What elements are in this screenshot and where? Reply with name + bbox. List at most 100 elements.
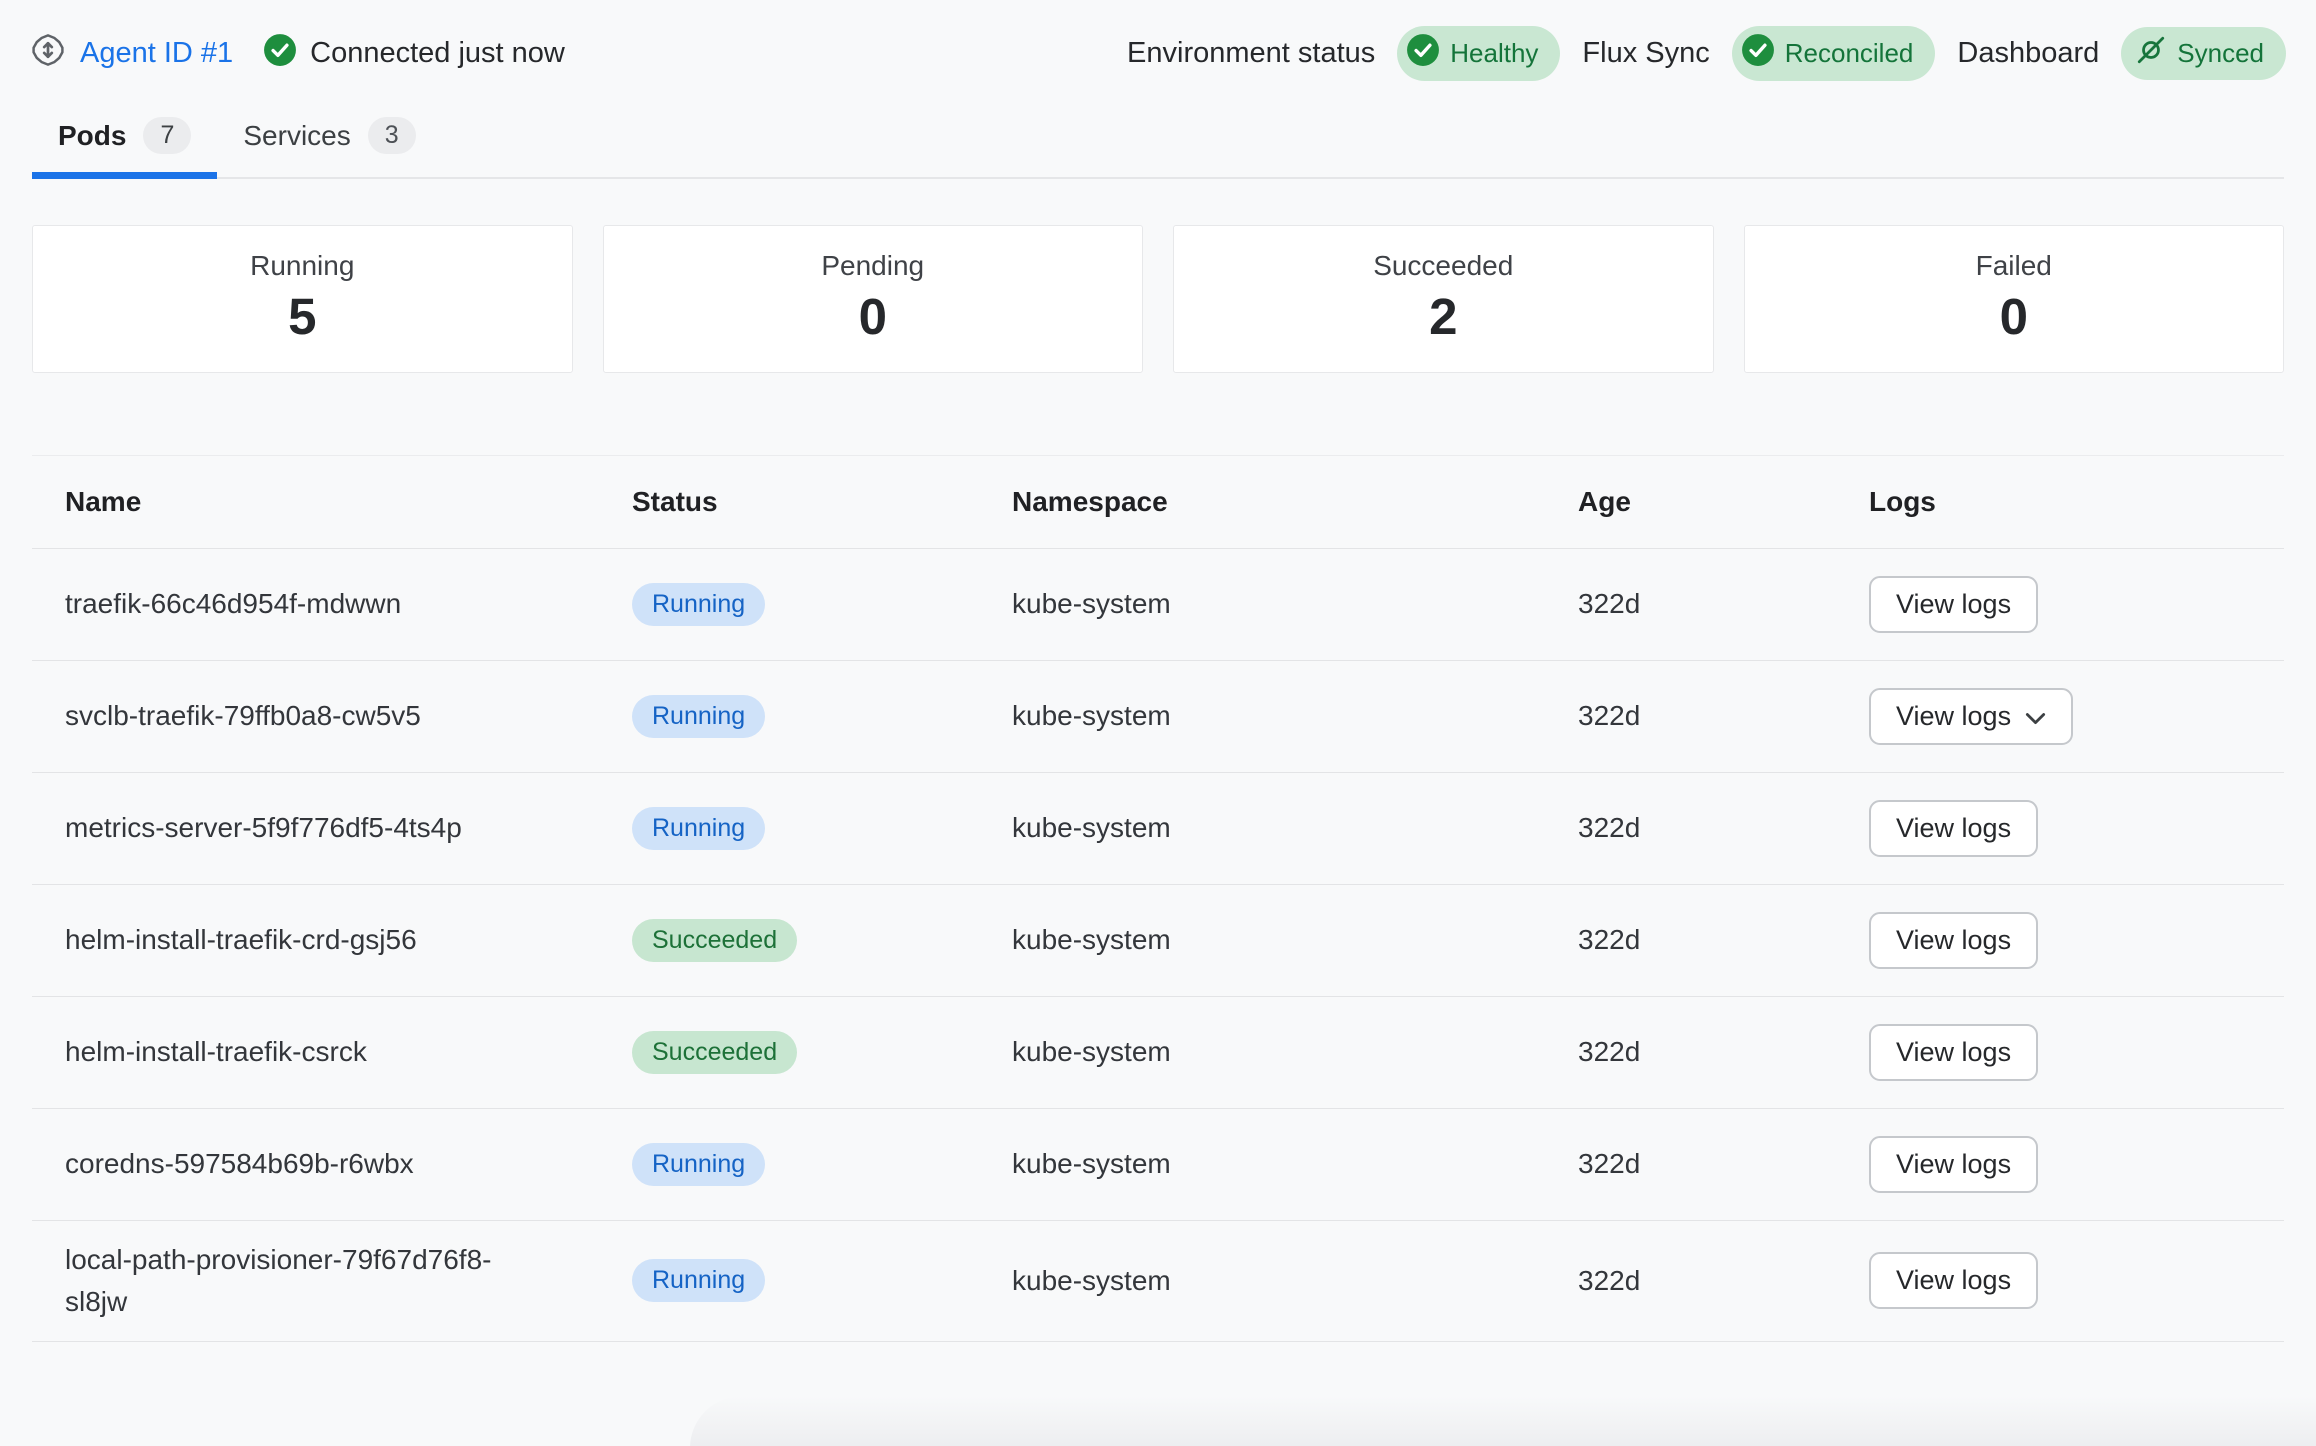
- agent-status-group: Agent ID #1 Connected just now: [30, 32, 565, 76]
- pod-logs-cell: View logs: [1869, 660, 2284, 772]
- pod-age: 322d: [1578, 1220, 1869, 1341]
- status-badge: Running: [632, 1259, 765, 1302]
- environment-status-value: Healthy: [1450, 38, 1538, 69]
- view-logs-button[interactable]: View logs: [1869, 688, 2073, 745]
- table-row: helm-install-traefik-csrck Succeeded kub…: [32, 996, 2284, 1108]
- stat-card-failed: Failed 0: [1744, 225, 2285, 373]
- pod-name: coredns-597584b69b-r6wbx: [32, 1108, 632, 1220]
- flux-sync-badge: Reconciled: [1732, 26, 1936, 81]
- pod-logs-cell: View logs: [1869, 884, 2284, 996]
- pod-name: helm-install-traefik-crd-gsj56: [32, 884, 632, 996]
- pod-namespace: kube-system: [1012, 1220, 1578, 1341]
- pod-logs-cell: View logs: [1869, 1220, 2284, 1341]
- pod-age: 322d: [1578, 660, 1869, 772]
- view-logs-label: View logs: [1896, 1265, 2011, 1296]
- view-logs-button[interactable]: View logs: [1869, 800, 2038, 857]
- table-row: metrics-server-5f9f776df5-4ts4p Running …: [32, 772, 2284, 884]
- stat-card-running: Running 5: [32, 225, 573, 373]
- stat-label: Pending: [604, 250, 1143, 282]
- pod-namespace: kube-system: [1012, 1108, 1578, 1220]
- pod-logs-cell: View logs: [1869, 996, 2284, 1108]
- view-logs-button[interactable]: View logs: [1869, 576, 2038, 633]
- table-header-row: Name Status Namespace Age Logs: [32, 455, 2284, 548]
- pod-status-cell: Running: [632, 1220, 1012, 1341]
- pod-logs-cell: View logs: [1869, 1108, 2284, 1220]
- stat-card-succeeded: Succeeded 2: [1173, 225, 1714, 373]
- connection-status-text: Connected just now: [310, 37, 565, 70]
- top-header: Agent ID #1 Connected just now Environme…: [0, 0, 2316, 81]
- tab-pods[interactable]: Pods 7: [32, 117, 217, 179]
- pod-age: 322d: [1578, 996, 1869, 1108]
- pod-name: svclb-traefik-79ffb0a8-cw5v5: [32, 660, 632, 772]
- stat-label: Succeeded: [1174, 250, 1713, 282]
- pod-logs-cell: View logs: [1869, 548, 2284, 660]
- pod-name: local-path-provisioner-79f67d76f8-sl8jw: [32, 1220, 632, 1341]
- pod-namespace: kube-system: [1012, 884, 1578, 996]
- view-logs-label: View logs: [1896, 813, 2011, 844]
- view-logs-label: View logs: [1896, 1149, 2011, 1180]
- stat-card-pending: Pending 0: [603, 225, 1144, 373]
- status-badge: Running: [632, 807, 765, 850]
- table-row: helm-install-traefik-crd-gsj56 Succeeded…: [32, 884, 2284, 996]
- column-header-age: Age: [1578, 455, 1869, 548]
- pods-table: Name Status Namespace Age Logs traefik-6…: [32, 455, 2284, 1342]
- stat-label: Running: [33, 250, 572, 282]
- pod-name: metrics-server-5f9f776df5-4ts4p: [32, 772, 632, 884]
- pod-age: 322d: [1578, 548, 1869, 660]
- agent-id-link[interactable]: Agent ID #1: [80, 37, 233, 70]
- flux-sync-label: Flux Sync: [1582, 37, 1709, 70]
- environment-status-label: Environment status: [1127, 37, 1375, 70]
- pod-age: 322d: [1578, 1108, 1869, 1220]
- pod-namespace: kube-system: [1012, 772, 1578, 884]
- flux-sync-value: Reconciled: [1785, 38, 1914, 69]
- pod-status-summary: Running 5 Pending 0 Succeeded 2 Failed 0: [32, 225, 2284, 373]
- pod-age: 322d: [1578, 884, 1869, 996]
- stat-value: 0: [604, 290, 1143, 344]
- agent-badge-icon: [30, 32, 66, 76]
- dashboard-sync-value: Synced: [2177, 38, 2264, 69]
- view-logs-label: View logs: [1896, 925, 2011, 956]
- pod-status-cell: Running: [632, 660, 1012, 772]
- stat-value: 2: [1174, 290, 1713, 344]
- status-badge: Running: [632, 695, 765, 738]
- pod-name: helm-install-traefik-csrck: [32, 996, 632, 1108]
- tab-services-count: 3: [368, 117, 416, 154]
- view-logs-button[interactable]: View logs: [1869, 912, 2038, 969]
- synced-commit-icon: [2135, 34, 2167, 73]
- pod-status-cell: Running: [632, 772, 1012, 884]
- connected-check-icon: [263, 33, 297, 75]
- pod-status-cell: Running: [632, 548, 1012, 660]
- stat-label: Failed: [1745, 250, 2284, 282]
- view-logs-label: View logs: [1896, 1037, 2011, 1068]
- bottom-panel-edge: [690, 1396, 2316, 1446]
- dashboard-page: Agent ID #1 Connected just now Environme…: [0, 0, 2316, 1446]
- pod-status-cell: Succeeded: [632, 884, 1012, 996]
- view-logs-button[interactable]: View logs: [1869, 1252, 2038, 1309]
- column-header-logs: Logs: [1869, 455, 2284, 548]
- view-logs-button[interactable]: View logs: [1869, 1024, 2038, 1081]
- column-header-namespace: Namespace: [1012, 455, 1578, 548]
- tab-services-label: Services: [243, 120, 350, 152]
- table-row: traefik-66c46d954f-mdwwn Running kube-sy…: [32, 548, 2284, 660]
- status-badge: Succeeded: [632, 1031, 797, 1074]
- pod-age: 322d: [1578, 772, 1869, 884]
- column-header-status: Status: [632, 455, 1012, 548]
- dashboard-sync-badge: Synced: [2121, 27, 2286, 80]
- status-badge: Succeeded: [632, 919, 797, 962]
- reconciled-check-icon: [1741, 33, 1775, 74]
- healthy-check-icon: [1406, 33, 1440, 74]
- pods-table-body: traefik-66c46d954f-mdwwn Running kube-sy…: [32, 548, 2284, 1341]
- environment-status-group: Environment status Healthy Flux Sync: [1127, 26, 2286, 81]
- view-logs-button[interactable]: View logs: [1869, 1136, 2038, 1193]
- tab-services[interactable]: Services 3: [217, 117, 441, 179]
- column-header-name: Name: [32, 455, 632, 548]
- dashboard-label: Dashboard: [1957, 37, 2099, 70]
- table-row: local-path-provisioner-79f67d76f8-sl8jw …: [32, 1220, 2284, 1341]
- tab-pods-label: Pods: [58, 120, 126, 152]
- view-logs-label: View logs: [1896, 701, 2011, 732]
- pod-namespace: kube-system: [1012, 548, 1578, 660]
- view-logs-label: View logs: [1896, 589, 2011, 620]
- pod-status-cell: Succeeded: [632, 996, 1012, 1108]
- status-badge: Running: [632, 1143, 765, 1186]
- environment-status-badge: Healthy: [1397, 26, 1560, 81]
